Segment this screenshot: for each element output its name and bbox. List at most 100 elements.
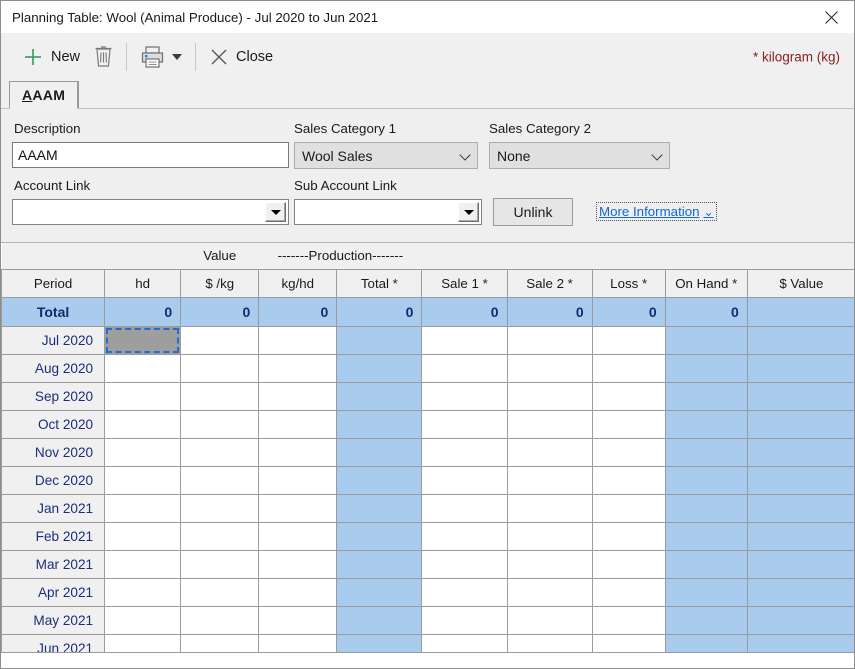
grid-cell[interactable]	[421, 493, 508, 523]
grid-cell[interactable]	[506, 465, 593, 495]
account-link-combobox[interactable]	[12, 199, 289, 225]
grid-cell[interactable]	[591, 549, 666, 579]
grid-cell[interactable]	[180, 605, 260, 635]
grid-cell[interactable]	[746, 493, 854, 523]
grid-cell[interactable]	[180, 381, 260, 411]
grid-cell[interactable]	[746, 605, 854, 635]
grid-cell[interactable]	[591, 325, 666, 355]
grid-cell[interactable]	[746, 549, 854, 579]
grid-cell[interactable]	[421, 465, 508, 495]
grid-cell[interactable]	[336, 521, 423, 551]
delete-button[interactable]	[87, 37, 120, 77]
grid-cell[interactable]	[506, 353, 593, 383]
grid-cell[interactable]	[421, 549, 508, 579]
grid-cell[interactable]	[664, 465, 748, 495]
grid-column-header-sale-2[interactable]: Sale 2 *	[506, 269, 593, 298]
close-toolbar-button[interactable]: Close	[202, 37, 280, 77]
grid-cell[interactable]	[421, 605, 508, 635]
grid-cell[interactable]	[591, 521, 666, 551]
grid-cell[interactable]	[336, 409, 423, 439]
grid-cell[interactable]	[591, 577, 666, 607]
grid-period-cell[interactable]: Sep 2020	[1, 381, 106, 411]
grid-cell[interactable]	[506, 605, 593, 635]
grid-cell[interactable]	[336, 549, 423, 579]
grid-cell[interactable]	[336, 605, 423, 635]
grid-cell[interactable]	[746, 465, 854, 495]
grid-cell[interactable]	[664, 381, 748, 411]
grid-cell[interactable]	[746, 437, 854, 467]
grid-cell[interactable]	[421, 409, 508, 439]
grid-cell[interactable]	[506, 437, 593, 467]
grid-cell[interactable]	[258, 353, 338, 383]
grid-cell[interactable]	[258, 521, 338, 551]
grid-cell[interactable]	[506, 577, 593, 607]
grid-column-header-hd[interactable]: hd	[104, 269, 182, 298]
grid-column-header-sale-1[interactable]: Sale 1 *	[421, 269, 508, 298]
sales-category-1-select[interactable]: Wool Sales	[294, 142, 478, 169]
grid-cell[interactable]	[258, 577, 338, 607]
grid-cell[interactable]	[180, 353, 260, 383]
grid-cell[interactable]	[180, 521, 260, 551]
grid-column-header-kg[interactable]: $ /kg	[180, 269, 260, 298]
grid-cell[interactable]	[336, 325, 423, 355]
more-information-link[interactable]: More Information ⌄	[596, 202, 717, 221]
grid-cell[interactable]	[421, 353, 508, 383]
grid-cell[interactable]	[506, 493, 593, 523]
grid-cell[interactable]	[258, 493, 338, 523]
grid-cell[interactable]	[421, 521, 508, 551]
grid-cell[interactable]	[258, 437, 338, 467]
grid-cell[interactable]	[664, 325, 748, 355]
grid-cell[interactable]	[258, 605, 338, 635]
grid-cell[interactable]	[664, 409, 748, 439]
grid-cell[interactable]	[421, 381, 508, 411]
grid-cell[interactable]	[746, 409, 854, 439]
grid-cell[interactable]	[664, 353, 748, 383]
grid-cell[interactable]	[336, 353, 423, 383]
grid-cell[interactable]	[421, 437, 508, 467]
grid-cell[interactable]	[104, 549, 182, 579]
grid-cell[interactable]	[506, 521, 593, 551]
grid-cell[interactable]	[746, 353, 854, 383]
grid-cell[interactable]	[180, 577, 260, 607]
grid-cell[interactable]	[336, 465, 423, 495]
grid-cell[interactable]	[746, 521, 854, 551]
sub-account-link-dropdown-button[interactable]	[458, 202, 479, 222]
grid-cell[interactable]	[104, 493, 182, 523]
grid-cell[interactable]	[180, 465, 260, 495]
grid-cell[interactable]	[104, 381, 182, 411]
unlink-button[interactable]: Unlink	[493, 198, 573, 226]
grid-cell[interactable]	[664, 493, 748, 523]
window-close-button[interactable]	[809, 1, 854, 33]
print-button[interactable]	[133, 37, 189, 77]
grid-cell[interactable]	[746, 381, 854, 411]
grid-cell[interactable]	[664, 577, 748, 607]
grid-cell[interactable]	[664, 549, 748, 579]
grid-period-cell[interactable]: Jan 2021	[1, 493, 106, 523]
grid-cell[interactable]	[664, 521, 748, 551]
grid-cell[interactable]	[258, 409, 338, 439]
grid-cell[interactable]	[421, 577, 508, 607]
grid-period-cell[interactable]: Feb 2021	[1, 521, 106, 551]
grid-cell[interactable]	[664, 437, 748, 467]
grid-cell[interactable]	[104, 353, 182, 383]
grid-cell[interactable]	[336, 493, 423, 523]
grid-cell[interactable]	[258, 381, 338, 411]
tab-aaam[interactable]: A AAM	[9, 81, 80, 109]
planning-grid[interactable]: Value -------Production------- Period hd $ …	[1, 242, 854, 668]
grid-cell[interactable]	[591, 493, 666, 523]
grid-cell[interactable]	[104, 605, 182, 635]
grid-cell[interactable]	[258, 549, 338, 579]
grid-cell[interactable]	[104, 521, 182, 551]
grid-cell[interactable]	[104, 465, 182, 495]
grid-cell[interactable]	[180, 437, 260, 467]
grid-cell[interactable]	[104, 409, 182, 439]
grid-cell[interactable]	[591, 353, 666, 383]
grid-cell[interactable]	[506, 549, 593, 579]
grid-cell[interactable]	[506, 409, 593, 439]
grid-cell[interactable]	[336, 437, 423, 467]
grid-period-cell[interactable]: Oct 2020	[1, 409, 106, 439]
grid-period-cell[interactable]: Jul 2020	[1, 325, 106, 355]
grid-cell[interactable]	[180, 325, 260, 355]
grid-cell[interactable]	[104, 437, 182, 467]
grid-period-cell[interactable]: May 2021	[1, 605, 106, 635]
